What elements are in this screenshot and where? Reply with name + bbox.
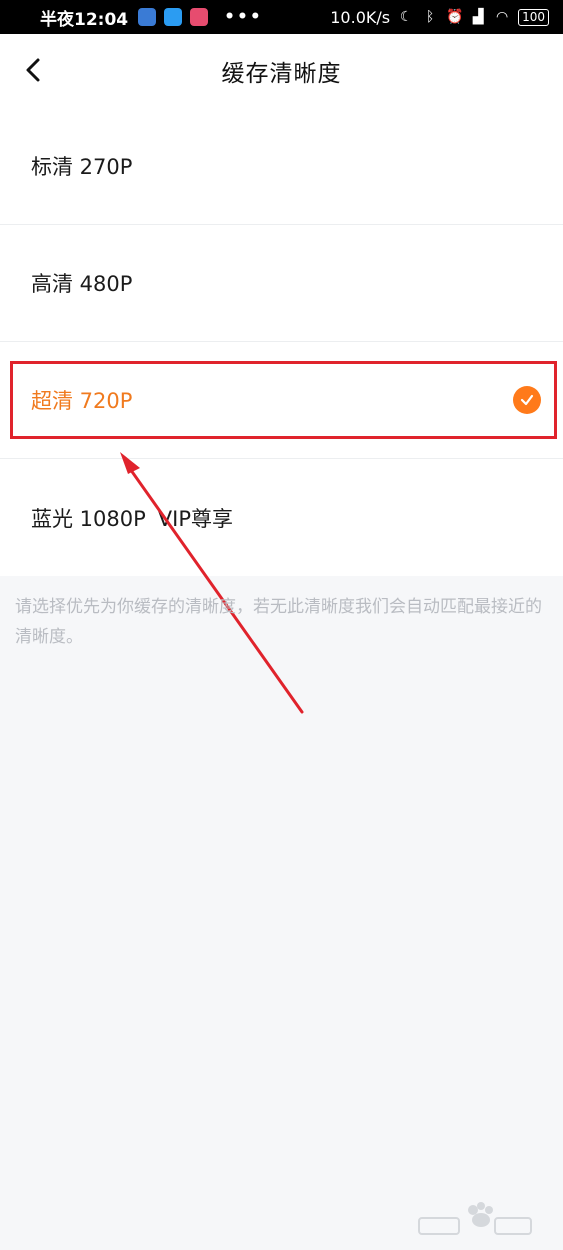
battery-icon: 100 bbox=[518, 8, 549, 26]
back-button[interactable] bbox=[18, 54, 50, 86]
maps-app-icon bbox=[138, 8, 157, 26]
status-indicators: 10.0K/s ☾ ᛒ ⏰ ▟ ◠ 100 bbox=[330, 8, 549, 27]
moon-icon: ☾ bbox=[399, 9, 413, 25]
cloud-app-icon bbox=[164, 8, 183, 26]
option-super-720p[interactable]: 超清 720P bbox=[0, 342, 563, 459]
option-label: 高清 480P bbox=[31, 272, 133, 296]
bluetooth-icon: ᛒ bbox=[425, 9, 435, 25]
check-circle-icon bbox=[513, 386, 541, 414]
signal-icon: ▟ bbox=[472, 9, 484, 25]
page-title: 缓存清晰度 bbox=[221, 61, 342, 87]
option-label: 蓝光 1080P bbox=[31, 506, 146, 531]
nav-header: 缓存清晰度 bbox=[0, 34, 563, 108]
quality-note-text: 请选择优先为你缓存的清晰度，若无此清晰度我们会自动匹配最接近的清晰度。 bbox=[15, 597, 542, 647]
baidu-watermark-icon bbox=[418, 1202, 532, 1235]
checkmark-icon bbox=[520, 394, 534, 406]
vip-badge: VIP尊享 bbox=[157, 506, 234, 531]
alarm-icon: ⏰ bbox=[446, 9, 464, 25]
option-label: 超清 720P bbox=[31, 389, 133, 413]
option-bluray-1080p[interactable]: 蓝光 1080P VIP尊享 bbox=[0, 459, 563, 576]
chevron-left-icon bbox=[26, 58, 40, 82]
option-label: 标清 270P bbox=[31, 155, 133, 179]
wifi-icon: ◠ bbox=[495, 9, 509, 25]
quality-option-list: 标清 270P 高清 480P 超清 720P 蓝光 1080P VIP尊享 bbox=[0, 108, 563, 576]
status-time: 半夜12:04 bbox=[40, 9, 129, 30]
option-standard-270p[interactable]: 标清 270P bbox=[0, 108, 563, 225]
status-bar: 半夜12:04 ••• 10.0K/s ☾ ᛒ ⏰ ▟ ◠ 100 bbox=[0, 0, 563, 34]
music-app-icon bbox=[190, 8, 209, 26]
option-high-480p[interactable]: 高清 480P bbox=[0, 225, 563, 342]
network-speed: 10.0K/s bbox=[330, 7, 391, 27]
more-notifications-icon: ••• bbox=[224, 7, 263, 27]
